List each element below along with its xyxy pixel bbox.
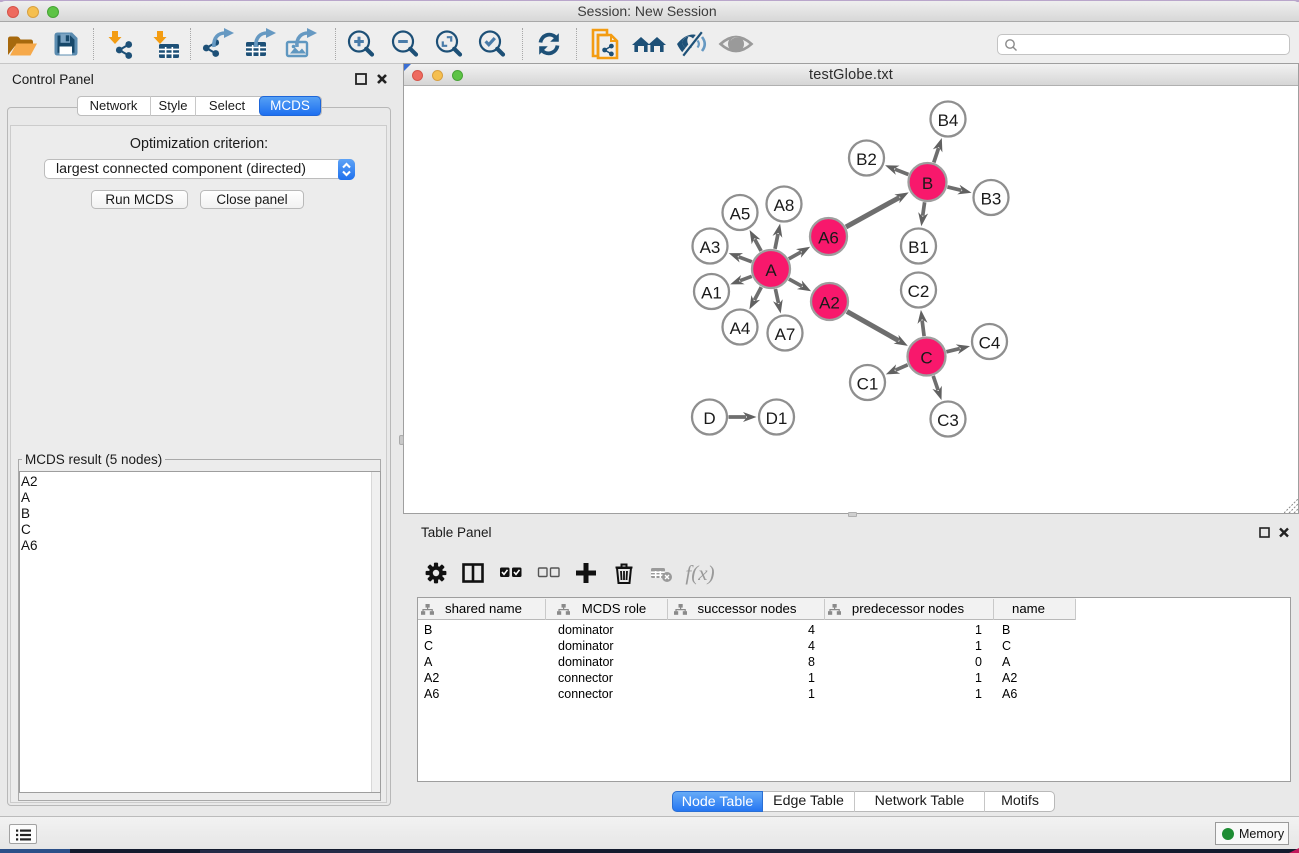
- svg-text:A8: A8: [774, 196, 795, 215]
- svg-text:A: A: [765, 261, 777, 280]
- svg-text:f(x): f(x): [685, 561, 714, 585]
- svg-text:A6: A6: [818, 228, 839, 247]
- svg-text:A7: A7: [775, 325, 796, 344]
- svg-text:C1: C1: [857, 374, 879, 393]
- svg-text:A5: A5: [730, 204, 751, 223]
- svg-text:C3: C3: [937, 411, 959, 430]
- svg-text:C2: C2: [908, 282, 930, 301]
- svg-text:D1: D1: [766, 409, 788, 428]
- svg-text:B: B: [922, 174, 933, 193]
- svg-text:D: D: [703, 409, 715, 428]
- svg-text:B1: B1: [908, 238, 929, 257]
- svg-text:A2: A2: [819, 293, 840, 312]
- svg-text:C: C: [920, 348, 932, 367]
- svg-text:A3: A3: [700, 238, 721, 257]
- svg-text:B4: B4: [938, 111, 959, 130]
- svg-text:B2: B2: [856, 150, 877, 169]
- svg-text:A1: A1: [701, 283, 722, 302]
- svg-text:B3: B3: [981, 189, 1002, 208]
- svg-text:A4: A4: [730, 319, 751, 338]
- svg-text:C4: C4: [979, 333, 1001, 352]
